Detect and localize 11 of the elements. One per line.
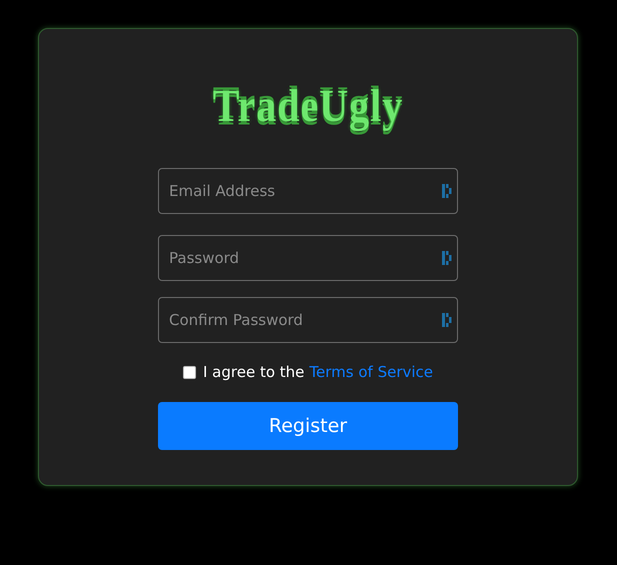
register-button[interactable]: Register	[158, 402, 458, 450]
password-manager-icon[interactable]	[442, 251, 452, 265]
terms-link[interactable]: Terms of Service	[309, 363, 434, 381]
agreement-text: I agree to the	[202, 363, 304, 381]
password-manager-icon[interactable]	[442, 184, 452, 198]
input-field[interactable]: Email Address	[158, 168, 458, 214]
agree-checkbox[interactable]	[182, 366, 196, 378]
input-field[interactable]: Password	[158, 235, 458, 281]
logo: TradeUgly	[212, 78, 404, 132]
password-manager-icon[interactable]	[442, 313, 452, 327]
input-field[interactable]: Confirm Password	[158, 297, 458, 343]
